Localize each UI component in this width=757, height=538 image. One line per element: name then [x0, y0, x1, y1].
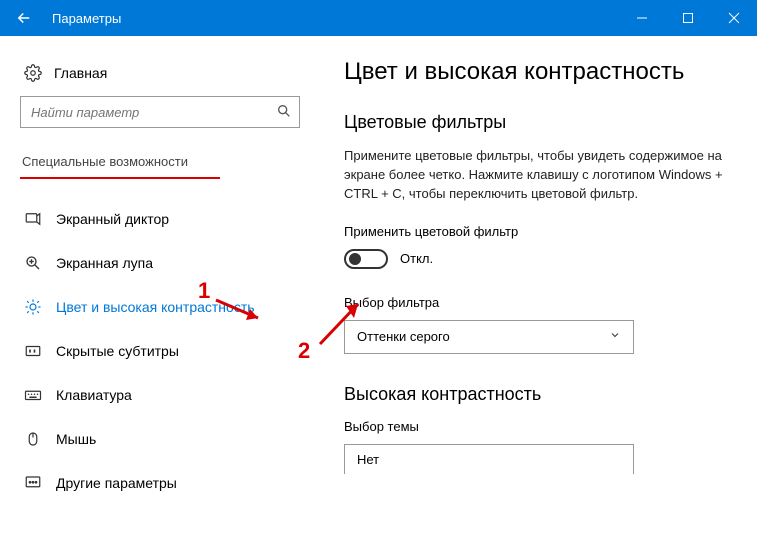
window-title: Параметры	[48, 11, 619, 26]
sidebar-item-narrator[interactable]: Экранный диктор	[20, 197, 320, 241]
theme-select-value: Нет	[357, 452, 379, 467]
apply-filter-label: Применить цветовой фильтр	[344, 224, 733, 239]
magnifier-icon	[24, 254, 42, 272]
filter-select-value: Оттенки серого	[357, 329, 450, 344]
titlebar: Параметры	[0, 0, 757, 36]
captions-icon	[24, 342, 42, 360]
brightness-icon	[24, 298, 42, 316]
sidebar-item-label: Экранная лупа	[56, 255, 153, 271]
page-title: Цвет и высокая контрастность	[344, 58, 733, 86]
minimize-button[interactable]	[619, 0, 665, 36]
section-color-filters: Цветовые фильтры	[344, 112, 733, 133]
theme-select-label: Выбор темы	[344, 419, 733, 434]
search-box	[20, 96, 300, 128]
chevron-down-icon	[609, 329, 621, 344]
narrator-icon	[24, 210, 42, 228]
category-header: Специальные возможности	[20, 150, 220, 179]
sidebar-item-label: Скрытые субтитры	[56, 343, 179, 359]
keyboard-icon	[24, 386, 42, 404]
toggle-row: Откл.	[344, 249, 733, 269]
sidebar-item-label: Клавиатура	[56, 387, 132, 403]
home-label: Главная	[54, 65, 107, 81]
other-icon	[24, 474, 42, 492]
back-button[interactable]	[0, 0, 48, 36]
content-area: Главная Специальные возможности Экранный…	[0, 36, 757, 538]
main-panel: Цвет и высокая контрастность Цветовые фи…	[320, 36, 757, 538]
search-icon	[276, 103, 292, 122]
theme-select[interactable]: Нет	[344, 444, 634, 474]
sidebar-item-color-contrast[interactable]: Цвет и высокая контрастность	[20, 285, 320, 329]
toggle-state-label: Откл.	[400, 251, 433, 266]
color-filters-description: Примените цветовые фильтры, чтобы увидет…	[344, 147, 724, 204]
filter-select-label: Выбор фильтра	[344, 295, 733, 310]
sidebar-item-captions[interactable]: Скрытые субтитры	[20, 329, 320, 373]
sidebar: Главная Специальные возможности Экранный…	[0, 36, 320, 538]
search-input[interactable]	[20, 96, 300, 128]
toggle-knob	[349, 253, 361, 265]
filter-select[interactable]: Оттенки серого	[344, 320, 634, 354]
section-high-contrast: Высокая контрастность	[344, 384, 733, 405]
gear-icon	[24, 64, 42, 82]
color-filter-toggle[interactable]	[344, 249, 388, 269]
sidebar-item-label: Экранный диктор	[56, 211, 169, 227]
close-button[interactable]	[711, 0, 757, 36]
sidebar-item-label: Мышь	[56, 431, 96, 447]
mouse-icon	[24, 430, 42, 448]
sidebar-item-magnifier[interactable]: Экранная лупа	[20, 241, 320, 285]
home-nav[interactable]: Главная	[20, 56, 320, 96]
sidebar-item-label: Цвет и высокая контрастность	[56, 299, 255, 315]
window-controls	[619, 0, 757, 36]
sidebar-item-other[interactable]: Другие параметры	[20, 461, 320, 505]
sidebar-item-keyboard[interactable]: Клавиатура	[20, 373, 320, 417]
maximize-button[interactable]	[665, 0, 711, 36]
sidebar-item-mouse[interactable]: Мышь	[20, 417, 320, 461]
sidebar-item-label: Другие параметры	[56, 475, 177, 491]
